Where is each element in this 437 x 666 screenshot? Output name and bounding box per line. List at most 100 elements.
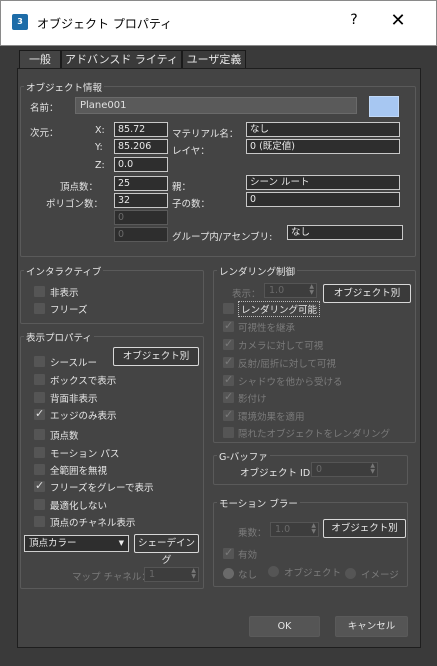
map-channel-spinner[interactable]: 1 ▲ ▼ [144,567,199,582]
freeze-checkbox[interactable] [34,303,45,314]
map-channel-value: 1 [149,569,156,580]
object-color-swatch[interactable] [369,96,399,117]
motion-blur-enabled-checkbox[interactable] [223,546,234,559]
radio-object[interactable] [268,566,279,577]
extra-value-2: 0 [114,227,168,242]
group-value: なし [287,225,403,240]
rendering-option-checkbox[interactable] [223,373,234,386]
y-label: Y: [95,142,103,153]
object-info-title: オブジェクト情報 [24,80,105,94]
faces-value: 32 [114,193,168,208]
app-icon: 3 [12,14,28,30]
multiplier-spinner[interactable]: 1.0 ▲ ▼ [270,522,319,537]
display-option-label: モーション パス [50,449,120,460]
ok-button[interactable]: OK [249,616,320,637]
renderable-label: レンダリング可能 [238,301,321,317]
interactivity-group [20,270,204,324]
display-option-checkbox[interactable] [34,356,45,367]
display-option-label: 全範囲を無視 [50,466,108,477]
vertices-label: 頂点数： [60,182,99,193]
rendering-option-checkbox[interactable] [223,337,234,350]
motion-blur-title: モーション ブラー [217,496,300,510]
renderable-checkbox[interactable] [223,303,234,314]
display-properties-title: 表示プロパティ [24,330,94,344]
window-title: オブジェクト プロパティ [37,17,173,31]
multiplier-value: 1.0 [275,524,291,535]
vertex-color-dropdown[interactable]: 頂点カラー ▼ [24,535,129,552]
shaded-button[interactable]: シェーデイング [134,534,199,566]
display-option-checkbox[interactable] [34,516,45,527]
z-value: 0.0 [114,157,168,172]
rendering-option-label: 可視性を継承 [238,323,296,334]
z-label: Z: [95,160,105,171]
hide-checkbox[interactable] [34,286,45,297]
display-option-checkbox[interactable] [34,429,45,440]
name-input[interactable]: Plane001 [75,97,357,114]
material-label: マテリアル名： [172,129,239,140]
rendering-option-label: シャドウを他から受ける [238,377,343,388]
visibility-value: 1.0 [269,285,285,296]
layer-label: レイヤ： [172,146,210,157]
object-id-spinner[interactable]: 0 ▲ ▼ [311,462,378,477]
title-bar: 3 オブジェクト プロパティ ? ✕ [0,0,437,46]
rendering-option-checkbox[interactable] [223,390,234,403]
display-option-checkbox[interactable] [34,464,45,475]
motion-blur-by-object-button[interactable]: オブジェクト別 [323,519,406,538]
tab-advanced-lighting[interactable]: アドバンスド ライティング [61,50,182,84]
y-value: 85.206 [114,139,168,154]
display-option-label: ボックスで表示 [50,376,117,387]
display-option-label: 背面非表示 [50,394,98,405]
visibility-spinner[interactable]: 1.0 ▲ ▼ [264,283,317,298]
name-label: 名前： [30,103,59,114]
radio-none-label: なし [238,570,258,581]
display-option-checkbox[interactable] [34,407,45,420]
radio-none[interactable] [223,568,234,579]
display-option-checkbox[interactable] [34,447,45,458]
tab-user-defined[interactable]: ユーザ定義 [182,50,246,69]
display-option-label: 頂点のチャネル表示 [50,518,136,529]
spinner-arrows-icon: ▲ ▼ [370,462,375,475]
gbuffer-title: G-バッファ [217,449,270,463]
radio-image[interactable] [345,568,356,579]
vertices-value: 25 [114,176,168,191]
display-option-checkbox[interactable] [34,374,45,385]
x-value: 85.72 [114,122,168,137]
rendering-by-object-button[interactable]: オブジェクト別 [323,284,411,303]
tab-general[interactable]: 一般 [19,50,61,70]
layer-value: 0 (既定値) [246,139,400,154]
chevron-down-icon: ▼ [118,539,124,547]
display-option-label: フリーズをグレーで表示 [50,483,154,494]
group-label: グループ内/アセンブリ: [172,232,273,243]
motion-blur-enabled-label: 有効 [238,550,258,561]
parent-value: シーン ルート [246,175,400,190]
close-button[interactable]: ✕ [387,10,409,31]
material-value: なし [246,122,400,137]
rendering-option-checkbox[interactable] [223,427,234,438]
x-label: X: [95,125,105,136]
spinner-arrows-icon: ▲ ▼ [191,567,196,580]
display-option-checkbox[interactable] [34,499,45,510]
map-channel-label: マップ チャネル： [72,572,151,583]
object-id-label: オブジェクト ID: [240,468,314,479]
children-value: 0 [246,192,400,207]
rendering-control-title: レンダリング制御 [217,264,298,278]
cancel-button[interactable]: キャンセル [335,616,408,637]
children-label: 子の数： [172,199,211,210]
spinner-arrows-icon: ▲ ▼ [309,283,314,296]
help-button[interactable]: ? [345,12,363,28]
rendering-option-checkbox[interactable] [223,355,234,368]
freeze-label: フリーズ [50,305,88,316]
spinner-arrows-icon: ▲ ▼ [311,522,316,535]
rendering-option-checkbox[interactable] [223,319,234,332]
rendering-option-label: 隠れたオブジェクトをレンダリング [238,429,391,440]
interactivity-title: インタラクティブ [24,264,104,278]
dimensions-label: 次元： [30,128,59,139]
display-option-checkbox[interactable] [34,392,45,403]
visibility-label: 表示： [232,289,261,300]
display-by-object-button[interactable]: オブジェクト別 [113,347,199,366]
rendering-option-label: カメラに対して可視 [238,341,324,352]
display-option-checkbox[interactable] [34,479,45,492]
rendering-option-checkbox[interactable] [223,408,234,421]
radio-image-label: イメージ [361,570,399,581]
rendering-option-label: 反射/屈折に対して可視 [238,359,336,370]
